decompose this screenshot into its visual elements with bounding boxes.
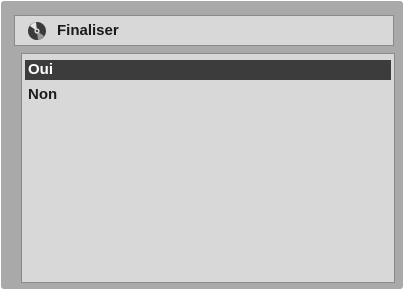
dialog-title-bar: Finaliser bbox=[14, 15, 394, 46]
finalise-dialog: Finaliser Oui Non bbox=[1, 1, 403, 289]
option-oui[interactable]: Oui bbox=[25, 60, 391, 80]
disc-icon bbox=[27, 21, 47, 41]
dialog-title: Finaliser bbox=[57, 22, 119, 39]
option-non[interactable]: Non bbox=[25, 85, 391, 105]
options-list: Oui Non bbox=[21, 53, 395, 283]
